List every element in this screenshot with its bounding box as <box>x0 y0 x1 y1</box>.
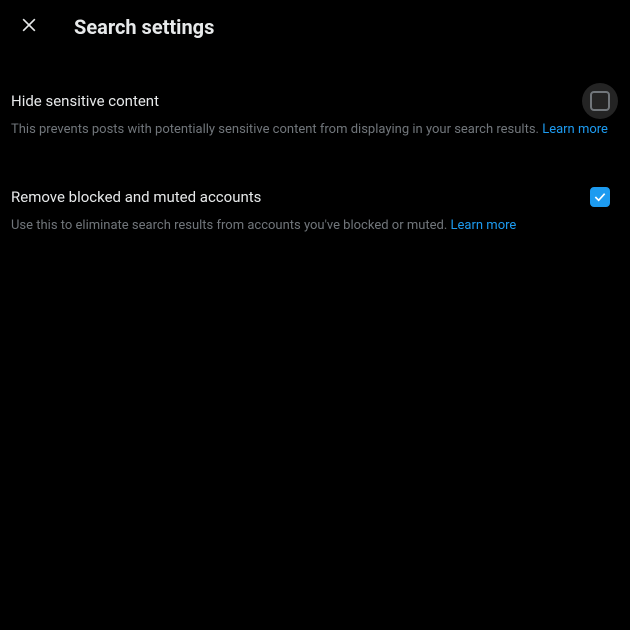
learn-more-link-remove-blocked[interactable]: Learn more <box>451 218 517 233</box>
modal-header: Search settings <box>0 0 630 54</box>
setting-title-remove-blocked: Remove blocked and muted accounts <box>11 187 568 207</box>
setting-desc-hide-sensitive: This prevents posts with potentially sen… <box>11 121 618 139</box>
checkbox-checked-icon <box>590 187 610 207</box>
setting-title-hide-sensitive: Hide sensitive content <box>11 91 568 111</box>
setting-hide-sensitive: Hide sensitive content This prevents pos… <box>0 72 630 150</box>
page-title: Search settings <box>74 15 214 39</box>
learn-more-link-hide-sensitive[interactable]: Learn more <box>542 122 608 137</box>
setting-desc-remove-blocked: Use this to eliminate search results fro… <box>11 217 618 235</box>
setting-desc-text: This prevents posts with potentially sen… <box>11 122 542 137</box>
checkbox-hide-sensitive[interactable] <box>582 83 618 119</box>
checkbox-remove-blocked[interactable] <box>582 179 618 215</box>
setting-desc-text: Use this to eliminate search results fro… <box>11 218 451 233</box>
setting-remove-blocked: Remove blocked and muted accounts Use th… <box>0 168 630 246</box>
close-button[interactable] <box>12 10 46 44</box>
close-icon <box>19 15 39 39</box>
checkbox-unchecked-icon <box>590 91 610 111</box>
